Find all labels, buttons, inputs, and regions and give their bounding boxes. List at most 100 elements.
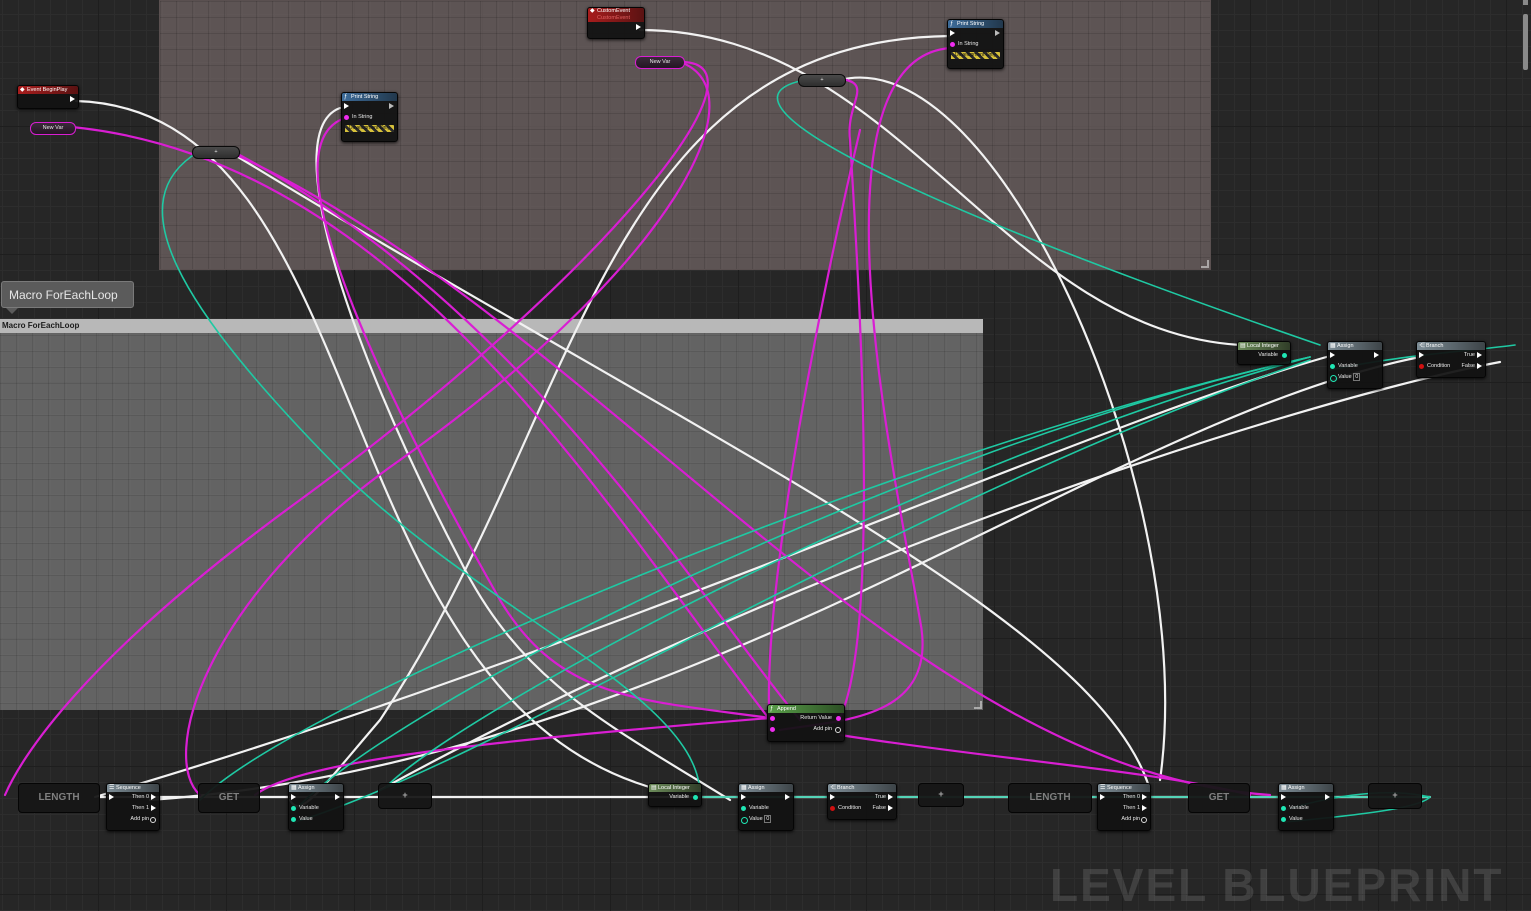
- exec-out-pin[interactable]: [785, 794, 790, 800]
- integer-pin[interactable]: [1281, 817, 1286, 822]
- assign-node[interactable]: ▦ Assign Variable Value 0: [1327, 341, 1383, 389]
- integer-pin[interactable]: [1282, 353, 1287, 358]
- local-integer-node[interactable]: ▤ Local Integer Variable: [1237, 341, 1291, 365]
- exec-true-pin[interactable]: [888, 794, 893, 800]
- string-pin[interactable]: [836, 716, 841, 721]
- exec-in-pin[interactable]: [344, 103, 349, 109]
- string-wire[interactable]: [70, 125, 772, 722]
- exec-in-pin[interactable]: [291, 794, 296, 800]
- length-node[interactable]: LENGTH: [1008, 783, 1092, 813]
- add-node[interactable]: +: [1368, 783, 1422, 809]
- node-label: +: [1392, 790, 1398, 800]
- sequence-node[interactable]: ☰ Sequence Then 0 Then 1 Add pin: [106, 783, 160, 831]
- exec-wire[interactable]: [638, 28, 1242, 347]
- pin-label[interactable]: Add pin: [813, 726, 832, 732]
- string-wire[interactable]: [228, 150, 1272, 797]
- integer-pin[interactable]: [291, 817, 296, 822]
- exec-out-pin[interactable]: [995, 30, 1000, 36]
- get-node[interactable]: GET: [198, 783, 260, 813]
- new-var-getter-node[interactable]: New Var: [30, 122, 76, 135]
- string-wire[interactable]: [767, 128, 862, 732]
- variable-row: Variable: [1279, 803, 1333, 814]
- assign-node[interactable]: ▦ Assign Variable Value 0: [738, 783, 794, 831]
- pin-label: Then 1: [131, 805, 149, 811]
- exec-in-pin[interactable]: [1281, 794, 1286, 800]
- bool-pin[interactable]: [1419, 364, 1424, 369]
- exec-in-pin[interactable]: [950, 30, 955, 36]
- add-pin-icon[interactable]: [835, 727, 841, 733]
- exec-wire[interactable]: [228, 150, 1152, 792]
- value-input[interactable]: 0: [1353, 373, 1361, 381]
- get-node[interactable]: GET: [1188, 783, 1250, 813]
- integer-pin[interactable]: [741, 806, 746, 811]
- exec-out-pin[interactable]: [151, 794, 156, 800]
- exec-out-pin[interactable]: [1325, 794, 1330, 800]
- string-wire[interactable]: [828, 76, 866, 720]
- scrollbar-cap[interactable]: [1523, 0, 1528, 5]
- exec-out-pin[interactable]: [1142, 805, 1147, 811]
- exec-in-pin[interactable]: [1330, 352, 1335, 358]
- concat-node[interactable]: +: [192, 146, 240, 159]
- string-pin[interactable]: [770, 716, 775, 721]
- value-input[interactable]: 0: [764, 815, 772, 823]
- node-title: Assign: [748, 785, 765, 791]
- exec-false-pin[interactable]: [1477, 363, 1482, 369]
- print-string-node[interactable]: ƒ Print String In String Development Onl…: [947, 19, 1004, 69]
- increment-node[interactable]: +: [798, 74, 846, 87]
- integer-pin[interactable]: [1281, 806, 1286, 811]
- add-pin-icon[interactable]: [150, 817, 156, 823]
- integer-pin[interactable]: [741, 817, 748, 824]
- exec-out-pin[interactable]: [389, 103, 394, 109]
- exec-wire[interactable]: [315, 106, 732, 802]
- string-pin[interactable]: [950, 42, 955, 47]
- exec-in-pin[interactable]: [830, 794, 835, 800]
- integer-pin[interactable]: [1330, 364, 1335, 369]
- exec-wire[interactable]: [74, 99, 662, 792]
- branch-node[interactable]: ⋲ Branch True Condition False: [1416, 341, 1486, 378]
- branch-icon: ⋲: [830, 785, 836, 791]
- node-title: Sequence: [1107, 785, 1132, 791]
- node-label: +: [402, 790, 408, 800]
- integer-pin[interactable]: [1330, 375, 1337, 382]
- scrollbar-handle[interactable]: [1523, 14, 1528, 70]
- exec-out-pin[interactable]: [636, 24, 641, 30]
- exec-false-pin[interactable]: [888, 805, 893, 811]
- pin-label[interactable]: Add pin: [1121, 816, 1140, 822]
- pin-label[interactable]: Add pin: [130, 816, 149, 822]
- exec-true-pin[interactable]: [1477, 352, 1482, 358]
- string-wire[interactable]: [3, 60, 709, 797]
- exec-in-pin[interactable]: [741, 794, 746, 800]
- integer-pin[interactable]: [693, 795, 698, 800]
- new-var-getter-node[interactable]: New Var: [635, 56, 685, 69]
- append-node[interactable]: ƒ Append Return Value Add pin: [767, 704, 845, 742]
- exec-in-pin[interactable]: [1419, 352, 1424, 358]
- assign-node[interactable]: ▦ Assign Variable Value: [288, 783, 344, 831]
- exec-out-pin[interactable]: [151, 805, 156, 811]
- compare-node[interactable]: +: [918, 783, 964, 807]
- bool-pin[interactable]: [830, 806, 835, 811]
- exec-out-pin[interactable]: [1142, 794, 1147, 800]
- pin-label: Value: [1289, 816, 1303, 822]
- exec-out-pin[interactable]: [70, 96, 75, 102]
- print-string-node[interactable]: ƒ Print String In String Development Onl…: [341, 92, 398, 142]
- string-pin[interactable]: [770, 727, 775, 732]
- exec-in-pin[interactable]: [109, 794, 114, 800]
- node-header: ▦ Assign: [1279, 784, 1333, 792]
- integer-pin[interactable]: [291, 806, 296, 811]
- add-pin-icon[interactable]: [1141, 817, 1147, 823]
- add-node[interactable]: +: [378, 783, 432, 809]
- assign-node[interactable]: ▦ Assign Variable Value: [1278, 783, 1334, 831]
- exec-in-pin[interactable]: [1100, 794, 1105, 800]
- string-pin[interactable]: [344, 115, 349, 120]
- branch-node[interactable]: ⋲ Branch True Condition False: [827, 783, 897, 820]
- level-blueprint-watermark: LEVEL BLUEPRINT: [1050, 859, 1504, 911]
- length-node[interactable]: LENGTH: [18, 783, 100, 813]
- node-title: Event BeginPlay: [27, 87, 68, 93]
- sequence-node[interactable]: ☰ Sequence Then 0 Then 1 Add pin: [1097, 783, 1151, 831]
- local-integer-node[interactable]: ▤ Local Integer Variable: [648, 783, 702, 807]
- exec-out-pin[interactable]: [335, 794, 340, 800]
- custom-event-node[interactable]: ◆ CustomEvent CustomEvent: [587, 7, 645, 39]
- event-begin-play-node[interactable]: ◆ Event BeginPlay: [17, 85, 79, 109]
- exec-out-row: [18, 94, 78, 105]
- exec-out-pin[interactable]: [1374, 352, 1379, 358]
